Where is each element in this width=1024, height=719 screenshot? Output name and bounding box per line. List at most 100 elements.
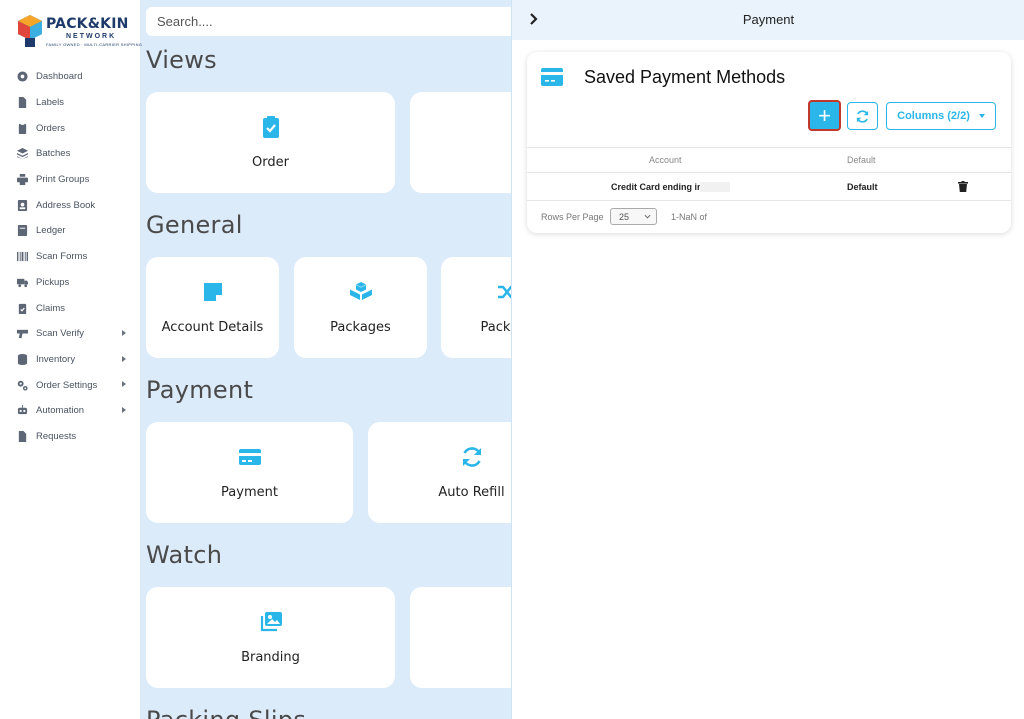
sidebar-item-print-groups[interactable]: Print Groups bbox=[0, 167, 140, 193]
card-title: Saved Payment Methods bbox=[584, 67, 786, 87]
card-label: Order bbox=[252, 155, 289, 170]
sidebar-item-claims[interactable]: Claims bbox=[0, 295, 140, 321]
printer-icon bbox=[16, 174, 28, 186]
table-row[interactable]: Credit Card ending in Default bbox=[527, 173, 1011, 201]
card-order[interactable]: Order bbox=[146, 92, 395, 193]
sidebar-item-label: Batches bbox=[36, 148, 71, 160]
chevron-right-icon bbox=[122, 355, 126, 362]
credit-card-icon bbox=[237, 444, 263, 470]
card-branding[interactable]: Branding bbox=[146, 587, 395, 688]
sidebar-item-label: Scan Verify bbox=[36, 328, 85, 340]
section-title-general: General bbox=[146, 211, 243, 239]
images-icon bbox=[258, 609, 284, 635]
sidebar-item-label: Inventory bbox=[36, 353, 76, 365]
file-icon bbox=[16, 97, 28, 109]
section-title-payment: Payment bbox=[146, 376, 254, 404]
card-label: Packages bbox=[330, 320, 391, 335]
scanner-icon bbox=[16, 328, 28, 340]
card-label: Payment bbox=[221, 485, 278, 500]
credit-card-icon bbox=[541, 68, 563, 86]
section-title-packing-slips: Packing Slips bbox=[146, 706, 306, 719]
caret-down-icon bbox=[978, 114, 985, 118]
cogs-icon bbox=[16, 379, 28, 391]
saved-payment-methods-card: Saved Payment Methods + Columns (2/2) Ac… bbox=[527, 52, 1011, 233]
section-title-views: Views bbox=[146, 46, 217, 74]
brand-subtitle: NETWORK bbox=[66, 33, 117, 40]
account-cell: Credit Card ending in bbox=[611, 182, 703, 192]
section-title-watch: Watch bbox=[146, 541, 223, 569]
rows-per-page-label: Rows Per Page bbox=[541, 212, 604, 222]
sidebar-item-scan-verify[interactable]: Scan Verify bbox=[0, 321, 140, 347]
sidebar-item-address-book[interactable]: Address Book bbox=[0, 192, 140, 218]
robot-icon bbox=[16, 405, 28, 417]
sidebar-item-batches[interactable]: Batches bbox=[0, 141, 140, 167]
refresh-icon bbox=[856, 109, 869, 123]
sidebar: PACK&KIN NETWORK FAMILY OWNED · MULTI-CA… bbox=[0, 0, 142, 719]
brand-tagline: FAMILY OWNED · MULTI-CARRIER SHIPPING bbox=[46, 42, 143, 47]
card-label: Account Details bbox=[161, 320, 264, 335]
sidebar-item-label: Print Groups bbox=[36, 174, 90, 186]
sidebar-item-label: Automation bbox=[36, 405, 85, 417]
barcode-icon bbox=[16, 251, 28, 263]
pagination-range: 1-NaN of bbox=[671, 212, 708, 222]
cubes-icon bbox=[348, 279, 374, 305]
chevron-down-icon bbox=[644, 214, 651, 219]
sidebar-item-inventory[interactable]: Inventory bbox=[0, 347, 140, 373]
sidebar-item-orders[interactable]: Orders bbox=[0, 115, 140, 141]
chevron-right-icon bbox=[122, 329, 126, 336]
sidebar-item-label: Dashboard bbox=[36, 71, 83, 83]
clipboard-check-icon bbox=[16, 302, 28, 314]
address-book-icon bbox=[16, 199, 28, 211]
card-label: Branding bbox=[241, 650, 300, 665]
rows-per-page-select[interactable]: 25 bbox=[610, 208, 657, 225]
chevron-right-icon bbox=[122, 381, 126, 388]
sidebar-item-label: Scan Forms bbox=[36, 251, 88, 263]
trash-icon[interactable] bbox=[958, 181, 968, 192]
file-icon bbox=[16, 430, 28, 442]
card-account-details[interactable]: Account Details bbox=[146, 257, 279, 358]
truck-icon bbox=[16, 276, 28, 288]
sidebar-item-label: Pickups bbox=[36, 276, 70, 288]
sidebar-item-label: Requests bbox=[36, 430, 77, 442]
table-header: Account Default bbox=[527, 147, 1011, 173]
clipboard-check-icon bbox=[258, 114, 284, 140]
add-payment-method-button[interactable]: + bbox=[808, 100, 841, 131]
redacted-card-number bbox=[700, 182, 730, 192]
column-header-default[interactable]: Default bbox=[847, 155, 876, 165]
refresh-icon bbox=[459, 444, 485, 470]
panel-title: Payment bbox=[742, 12, 795, 27]
brand-logo[interactable]: PACK&KIN NETWORK FAMILY OWNED · MULTI-CA… bbox=[16, 14, 142, 52]
brand-name: PACK&KIN bbox=[46, 16, 129, 32]
clipboard-icon bbox=[16, 122, 28, 134]
sidebar-item-automation[interactable]: Automation bbox=[0, 398, 140, 424]
sidebar-item-label: Address Book bbox=[36, 199, 96, 211]
card-payment[interactable]: Payment bbox=[146, 422, 353, 523]
columns-label: Columns (2/2) bbox=[897, 110, 970, 122]
payment-panel: Payment Saved Payment Methods + Columns … bbox=[511, 0, 1024, 719]
sidebar-item-order-settings[interactable]: Order Settings bbox=[0, 372, 140, 398]
columns-dropdown-button[interactable]: Columns (2/2) bbox=[886, 102, 996, 130]
sidebar-item-labels[interactable]: Labels bbox=[0, 90, 140, 116]
book-icon bbox=[16, 225, 28, 237]
sidebar-item-ledger[interactable]: Ledger bbox=[0, 218, 140, 244]
sidebar-item-label: Claims bbox=[36, 302, 66, 314]
default-cell: Default bbox=[847, 182, 878, 192]
sidebar-item-label: Order Settings bbox=[36, 379, 98, 391]
chevron-right-icon bbox=[122, 406, 126, 413]
rows-per-page-value: 25 bbox=[619, 211, 630, 222]
sidebar-item-label: Labels bbox=[36, 97, 64, 109]
sidebar-item-requests[interactable]: Requests bbox=[0, 424, 140, 450]
column-header-account[interactable]: Account bbox=[649, 155, 682, 165]
refresh-button[interactable] bbox=[847, 102, 878, 130]
search-input[interactable] bbox=[146, 7, 516, 36]
card-packages[interactable]: Packages bbox=[294, 257, 427, 358]
sidebar-item-scan-forms[interactable]: Scan Forms bbox=[0, 244, 140, 270]
sidebar-item-label: Orders bbox=[36, 122, 66, 134]
sidebar-item-dashboard[interactable]: Dashboard bbox=[0, 64, 140, 90]
sidebar-item-pickups[interactable]: Pickups bbox=[0, 270, 140, 296]
sidebar-nav: Dashboard Labels Orders Batches Print Gr… bbox=[0, 64, 140, 449]
database-icon bbox=[16, 353, 28, 365]
sidebar-item-label: Ledger bbox=[36, 225, 66, 237]
panel-header: Payment bbox=[512, 0, 1024, 40]
logo-mark-icon bbox=[18, 15, 42, 47]
